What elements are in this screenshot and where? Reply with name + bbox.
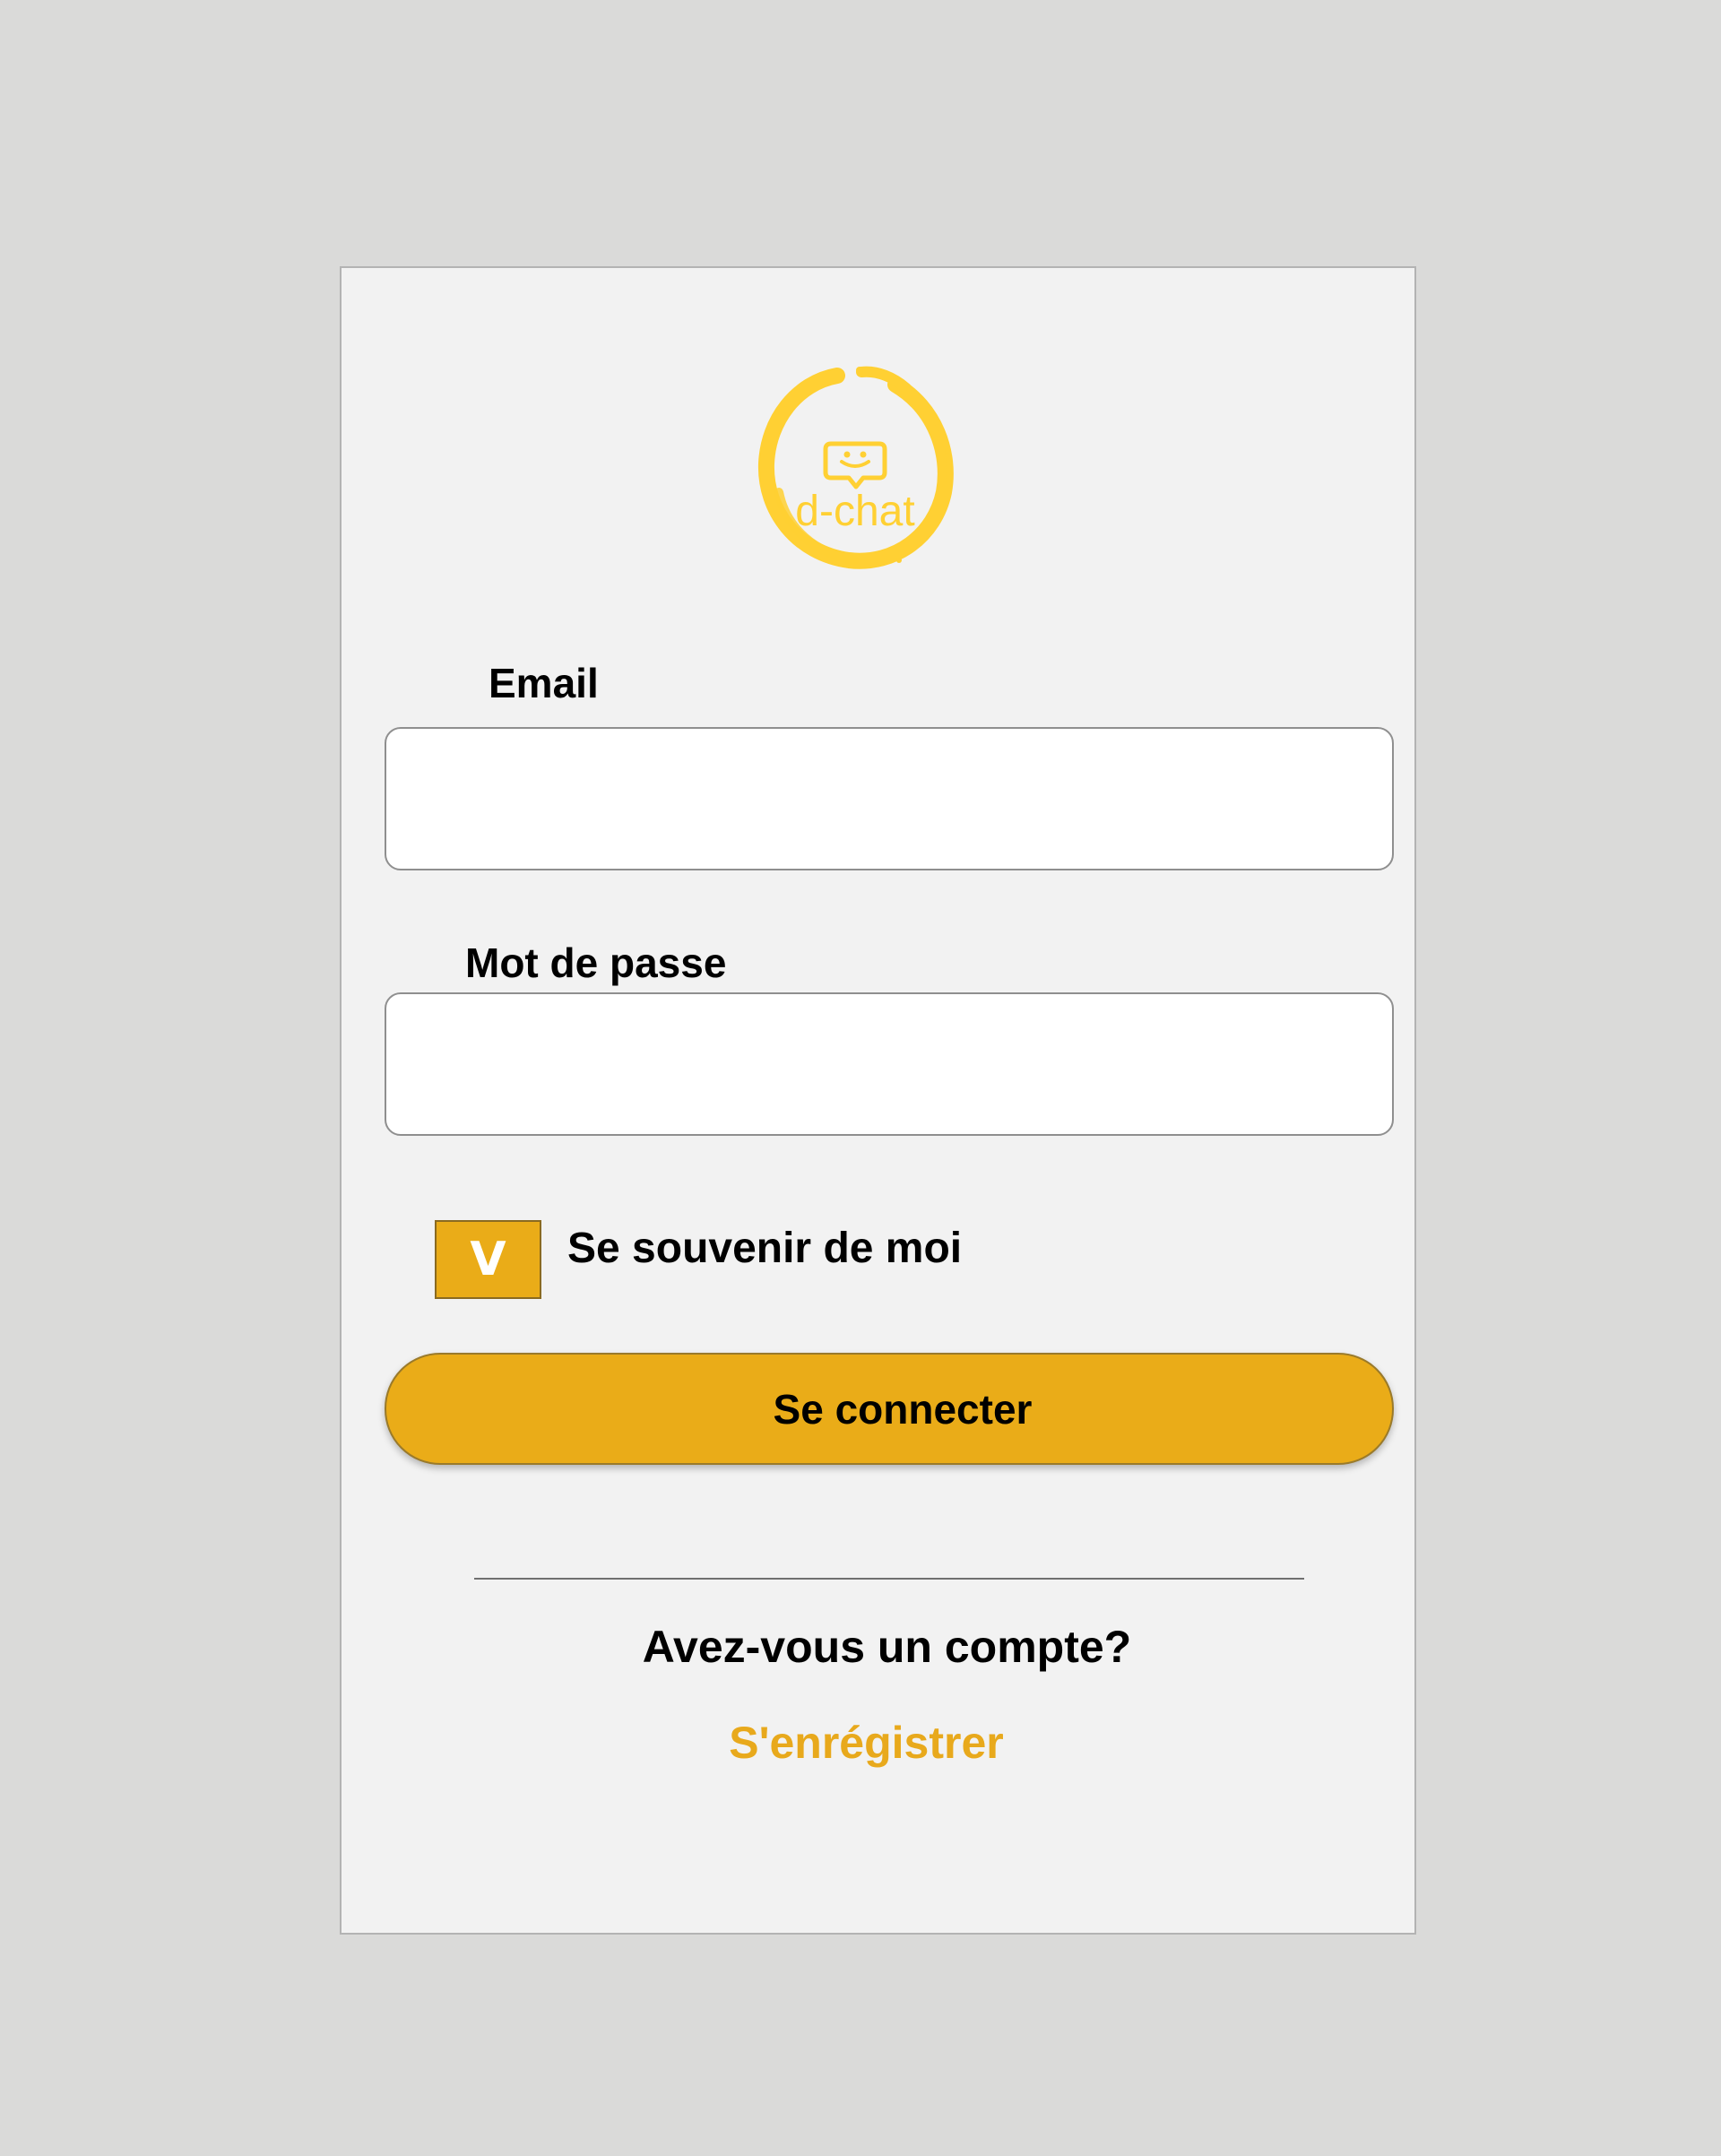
- register-link[interactable]: S'enrégistrer: [342, 1720, 1418, 1765]
- password-field[interactable]: [385, 992, 1394, 1136]
- account-question: Avez-vous un compte?: [642, 1622, 1132, 1672]
- password-label: Mot de passe: [465, 939, 727, 986]
- remember-me-label: Se souvenir de moi: [567, 1225, 963, 1272]
- remember-me-checkbox[interactable]: V: [435, 1220, 541, 1299]
- login-button[interactable]: Se connecter: [385, 1353, 1394, 1465]
- email-field[interactable]: [385, 727, 1394, 870]
- logo-text: d-chat: [795, 488, 914, 535]
- email-label: Email: [489, 660, 599, 706]
- login-card: d-chat Email Mot de passe V Se souvenir …: [340, 266, 1416, 1935]
- check-icon: V: [470, 1233, 506, 1286]
- divider: [474, 1578, 1304, 1580]
- d-chat-logo: d-chat: [757, 366, 954, 569]
